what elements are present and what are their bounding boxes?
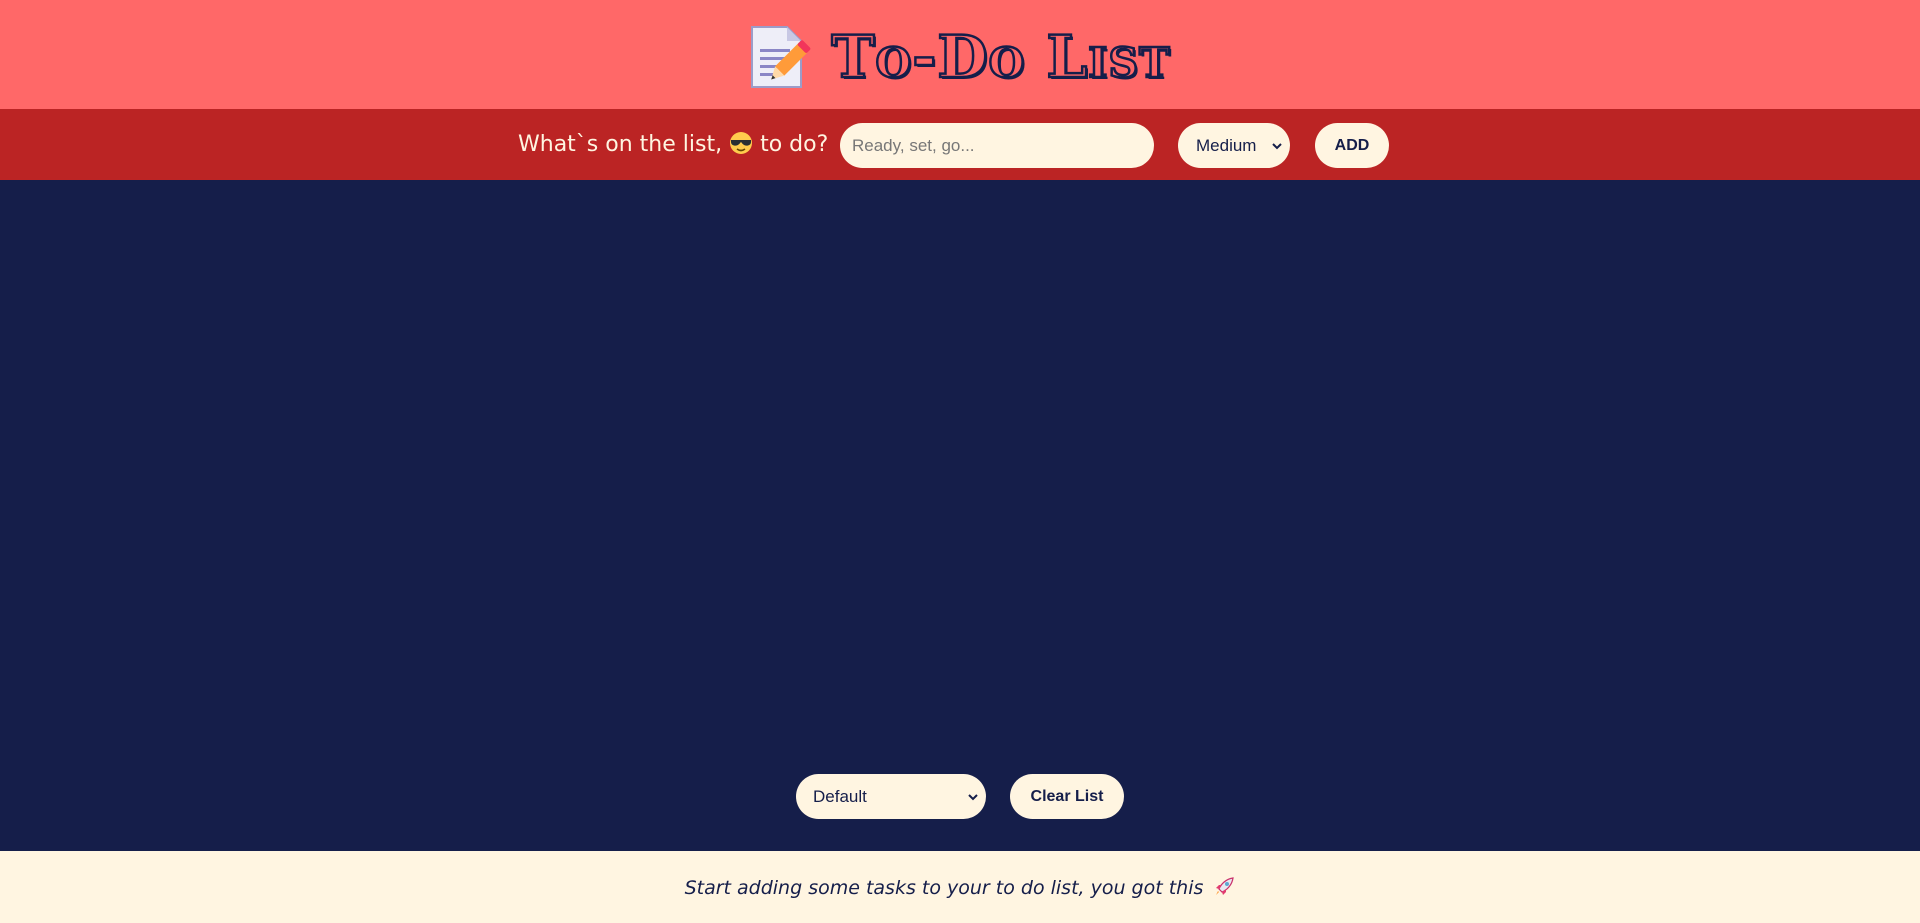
sunglasses-face-icon	[730, 132, 753, 154]
footer: Start adding some tasks to your to do li…	[0, 851, 1920, 923]
prompt-text-end: to do?	[760, 132, 829, 157]
priority-select[interactable]: Medium	[1178, 123, 1290, 168]
priority-selected-value: Medium	[1196, 135, 1257, 155]
task-prompt: What`s on the list, to do?	[518, 131, 828, 157]
footer-message: Start adding some tasks to your to do li…	[685, 876, 1236, 899]
add-button[interactable]: ADD	[1315, 123, 1389, 168]
clear-list-button[interactable]: Clear List	[1010, 774, 1124, 819]
chevron-down-icon	[1272, 142, 1282, 149]
add-task-bar: What`s on the list, to do? Medium ADD	[0, 109, 1920, 180]
rocket-icon	[1216, 876, 1235, 895]
app-title: To-Do List	[830, 21, 1171, 92]
prompt-text-start: What`s on the list,	[518, 132, 723, 157]
sort-select[interactable]: Default	[796, 774, 986, 819]
app-header: To-Do List	[0, 0, 1920, 109]
chevron-down-icon	[968, 793, 978, 800]
task-input[interactable]	[840, 123, 1154, 168]
task-list-area: Default Clear List	[0, 180, 1920, 851]
memo-pencil-icon	[751, 25, 811, 88]
footer-message-text: Start adding some tasks to your to do li…	[684, 876, 1204, 899]
sort-selected-value: Default	[813, 786, 867, 806]
